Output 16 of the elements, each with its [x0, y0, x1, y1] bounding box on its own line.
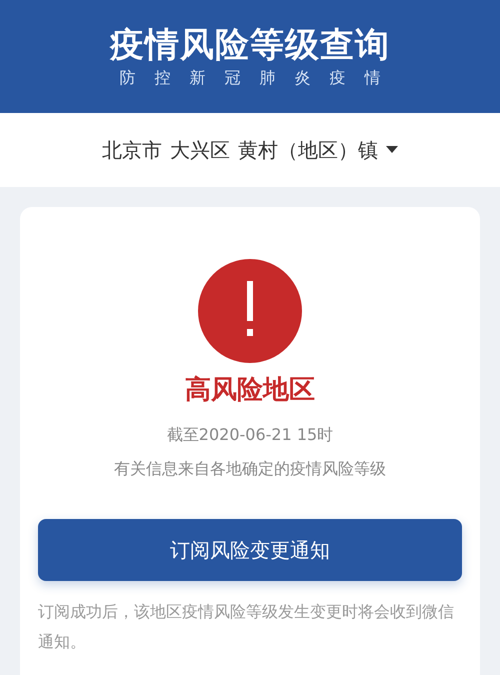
subtitle-character: 新	[190, 70, 206, 86]
subtitle-character: 冠	[224, 70, 240, 86]
subscribe-note: 订阅成功后，该地区疫情风险等级发生变更时将会收到微信通知。	[38, 601, 455, 653]
caret-icon	[386, 146, 398, 154]
subscribe-button[interactable]: 订阅风险变更通知	[38, 519, 462, 581]
location-dropdown[interactable]: 北京市 大兴区 黄村（地区）镇	[0, 113, 500, 187]
subtitle-character: 防	[120, 70, 136, 86]
subtitle-character: 疫	[330, 70, 346, 86]
subtitle-character: 控	[154, 70, 170, 86]
risk-level: 高风险地区	[185, 377, 315, 403]
subtitle-character: 炎	[294, 70, 310, 86]
subtitle-character: 情	[364, 70, 380, 86]
update-time: 截至2020-06-21 15时	[166, 424, 334, 446]
page-title: 疫情风险等级查询	[110, 28, 390, 62]
source-note: 有关信息来自各地确定的疫情风险等级	[114, 458, 386, 480]
subtitle-character: 肺	[260, 70, 276, 86]
